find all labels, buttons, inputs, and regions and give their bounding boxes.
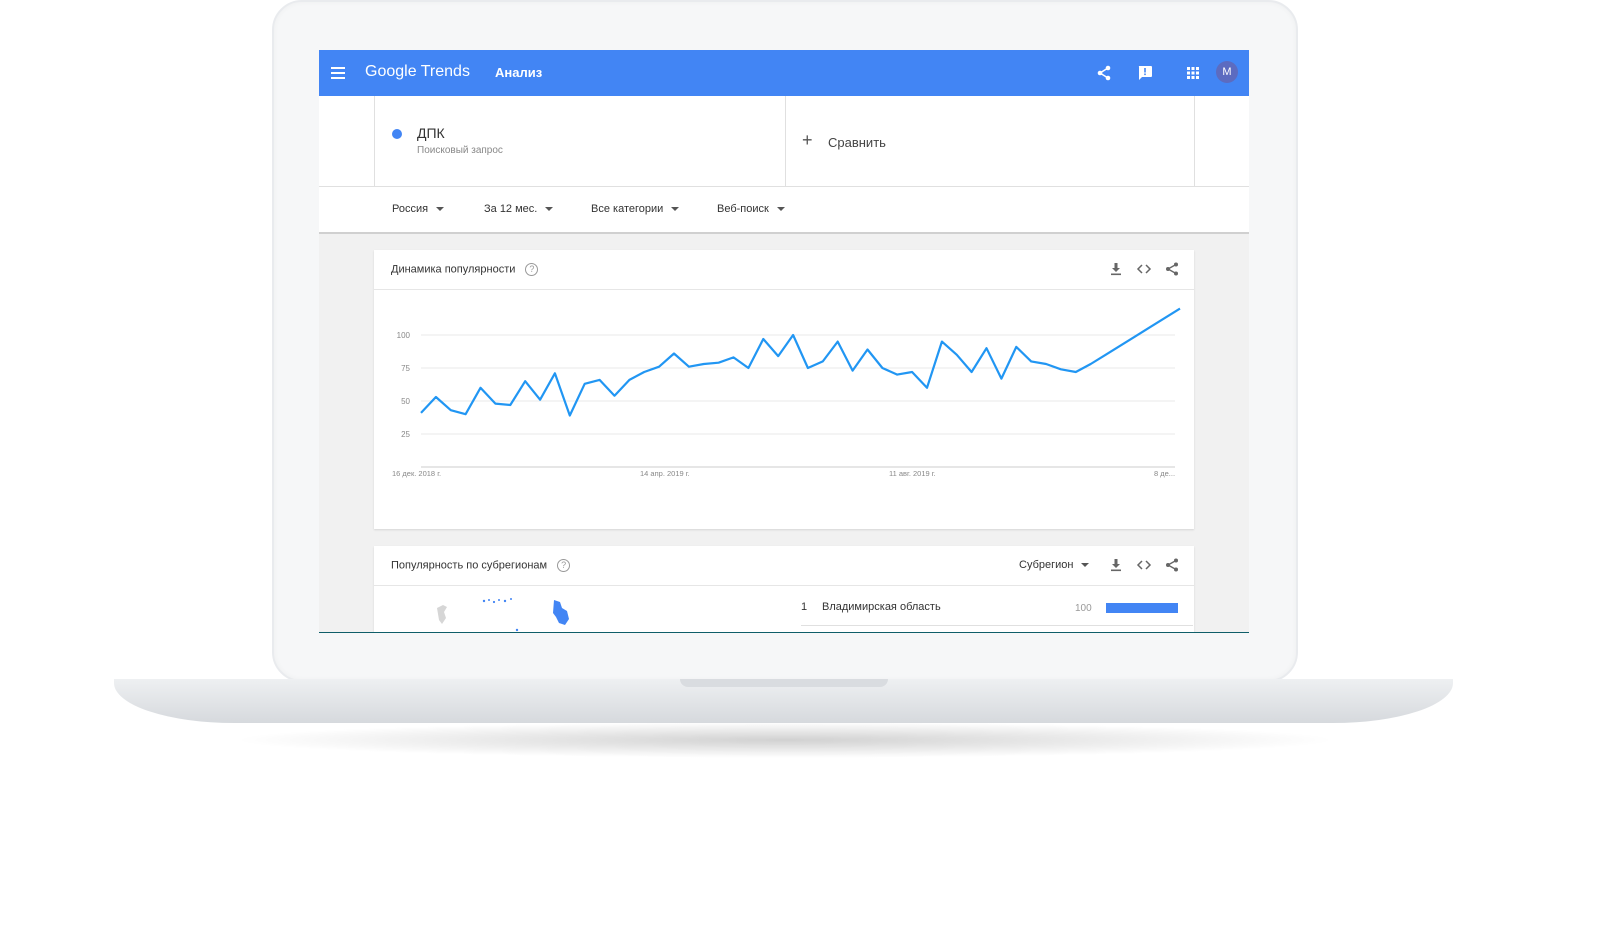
region-name: Владимирская область xyxy=(822,601,941,613)
search-term-type: Поисковый запрос xyxy=(417,145,503,156)
x-tick-label: 11 авг. 2019 г. xyxy=(889,469,936,478)
term-color-dot xyxy=(392,129,402,139)
help-icon[interactable]: ? xyxy=(525,263,539,276)
share-icon[interactable] xyxy=(1164,557,1180,573)
region-rank: 1 xyxy=(801,601,808,613)
laptop-shadow xyxy=(230,722,1340,758)
dropdown-arrow-icon xyxy=(671,207,680,212)
help-icon[interactable]: ? xyxy=(557,559,571,572)
region-value-bar xyxy=(1106,603,1178,613)
feedback-icon[interactable] xyxy=(1135,63,1155,83)
series-line[interactable] xyxy=(420,307,1181,417)
card-header: Популярность по субрегионам? Субрегион xyxy=(374,546,1194,586)
embed-icon[interactable] xyxy=(1136,557,1152,573)
y-tick-label: 50 xyxy=(401,397,410,406)
page-title: Анализ xyxy=(495,65,543,80)
x-tick-label: 8 де... xyxy=(1154,469,1175,478)
filter-period[interactable]: За 12 мес. xyxy=(484,203,554,215)
y-tick-label: 25 xyxy=(401,430,410,439)
menu-icon[interactable] xyxy=(331,64,345,82)
google-trends-logo[interactable]: Google Trends xyxy=(365,63,470,81)
x-tick-label: 16 дек. 2018 г. xyxy=(392,469,441,478)
region-row[interactable]: 1 Владимирская область 100 xyxy=(801,589,1193,626)
laptop-notch xyxy=(680,679,888,687)
download-icon[interactable] xyxy=(1108,261,1124,277)
subregion-select[interactable]: Субрегион xyxy=(1019,559,1090,571)
app-bar: Google Trends Анализ M xyxy=(319,50,1249,96)
laptop-screen: Google Trends Анализ M ДПК Поисковый зап… xyxy=(319,50,1249,633)
region-value: 100 xyxy=(1075,603,1092,614)
card-title: Динамика популярности? xyxy=(391,263,539,276)
dropdown-arrow-icon xyxy=(545,207,554,212)
apps-icon[interactable] xyxy=(1183,63,1203,83)
card-header: Динамика популярности? xyxy=(374,250,1194,290)
filters-bar: Россия За 12 мес. Все категории Веб-поис… xyxy=(319,187,1249,234)
compare-label: Сравнить xyxy=(828,135,886,150)
interest-by-subregion-card: Популярность по субрегионам? Субрегион 1… xyxy=(374,546,1194,633)
plus-icon: + xyxy=(802,130,813,150)
dropdown-arrow-icon xyxy=(436,207,445,212)
card-title: Популярность по субрегионам? xyxy=(391,559,571,572)
interest-line-chart: 25 50 75 100 16 дек. 2018 г. 14 апр. 2019 г. 1… xyxy=(392,307,1181,478)
search-terms-bar: ДПК Поисковый запрос + Сравнить xyxy=(319,96,1249,187)
avatar[interactable]: M xyxy=(1216,61,1238,83)
dropdown-arrow-icon xyxy=(776,207,785,212)
filter-search-type[interactable]: Веб-поиск xyxy=(717,203,785,215)
interest-over-time-card: Динамика популярности? 25 50 75 100 16 дек. … xyxy=(374,250,1194,529)
download-icon[interactable] xyxy=(1108,557,1124,573)
compare-button[interactable]: + Сравнить xyxy=(784,96,1195,186)
search-term-card[interactable]: ДПК Поисковый запрос xyxy=(374,96,786,186)
search-term-name: ДПК xyxy=(417,125,445,141)
share-icon[interactable] xyxy=(1094,63,1114,83)
x-tick-label: 14 апр. 2019 г. xyxy=(640,469,690,478)
y-tick-label: 100 xyxy=(397,331,411,340)
region-map[interactable] xyxy=(429,594,589,633)
filter-category[interactable]: Все категории xyxy=(591,203,680,215)
embed-icon[interactable] xyxy=(1136,261,1152,277)
dropdown-arrow-icon xyxy=(1081,563,1090,568)
y-tick-label: 75 xyxy=(401,364,410,373)
share-icon[interactable] xyxy=(1164,261,1180,277)
filter-region[interactable]: Россия xyxy=(392,203,445,215)
